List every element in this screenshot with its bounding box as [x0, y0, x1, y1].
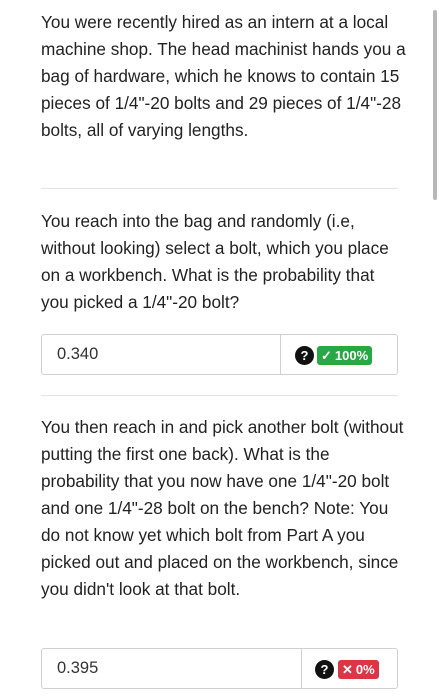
question-circle-icon[interactable]: ? — [295, 346, 314, 365]
part-b-answer-field[interactable]: 0.395 ? ✕ 0% — [41, 648, 398, 689]
part-b-answer-value[interactable]: 0.395 — [57, 659, 98, 678]
part-a-question-text: You reach into the bag and randomly (i.e… — [41, 211, 389, 312]
divider — [41, 395, 398, 396]
score-text: 0% — [355, 662, 375, 677]
incorrect-score-badge: ✕ 0% — [338, 660, 379, 679]
scrollbar[interactable] — [433, 10, 437, 200]
x-icon: ✕ — [342, 662, 353, 677]
question-circle-icon[interactable]: ? — [315, 660, 334, 679]
question-page: You were recently hired as an intern at … — [0, 0, 439, 700]
divider — [41, 188, 398, 189]
input-separator — [301, 649, 302, 688]
part-a-answer-field[interactable]: 0.340 ? ✓ 100% — [41, 334, 398, 375]
part-b-question-text: You then reach in and pick another bolt … — [41, 417, 404, 599]
correct-score-badge: ✓ 100% — [317, 346, 373, 365]
question-intro-text: You were recently hired as an intern at … — [41, 12, 406, 140]
score-text: 100% — [334, 348, 369, 363]
check-icon: ✓ — [321, 348, 332, 363]
input-separator — [280, 335, 281, 374]
part-a-answer-value[interactable]: 0.340 — [57, 345, 98, 364]
